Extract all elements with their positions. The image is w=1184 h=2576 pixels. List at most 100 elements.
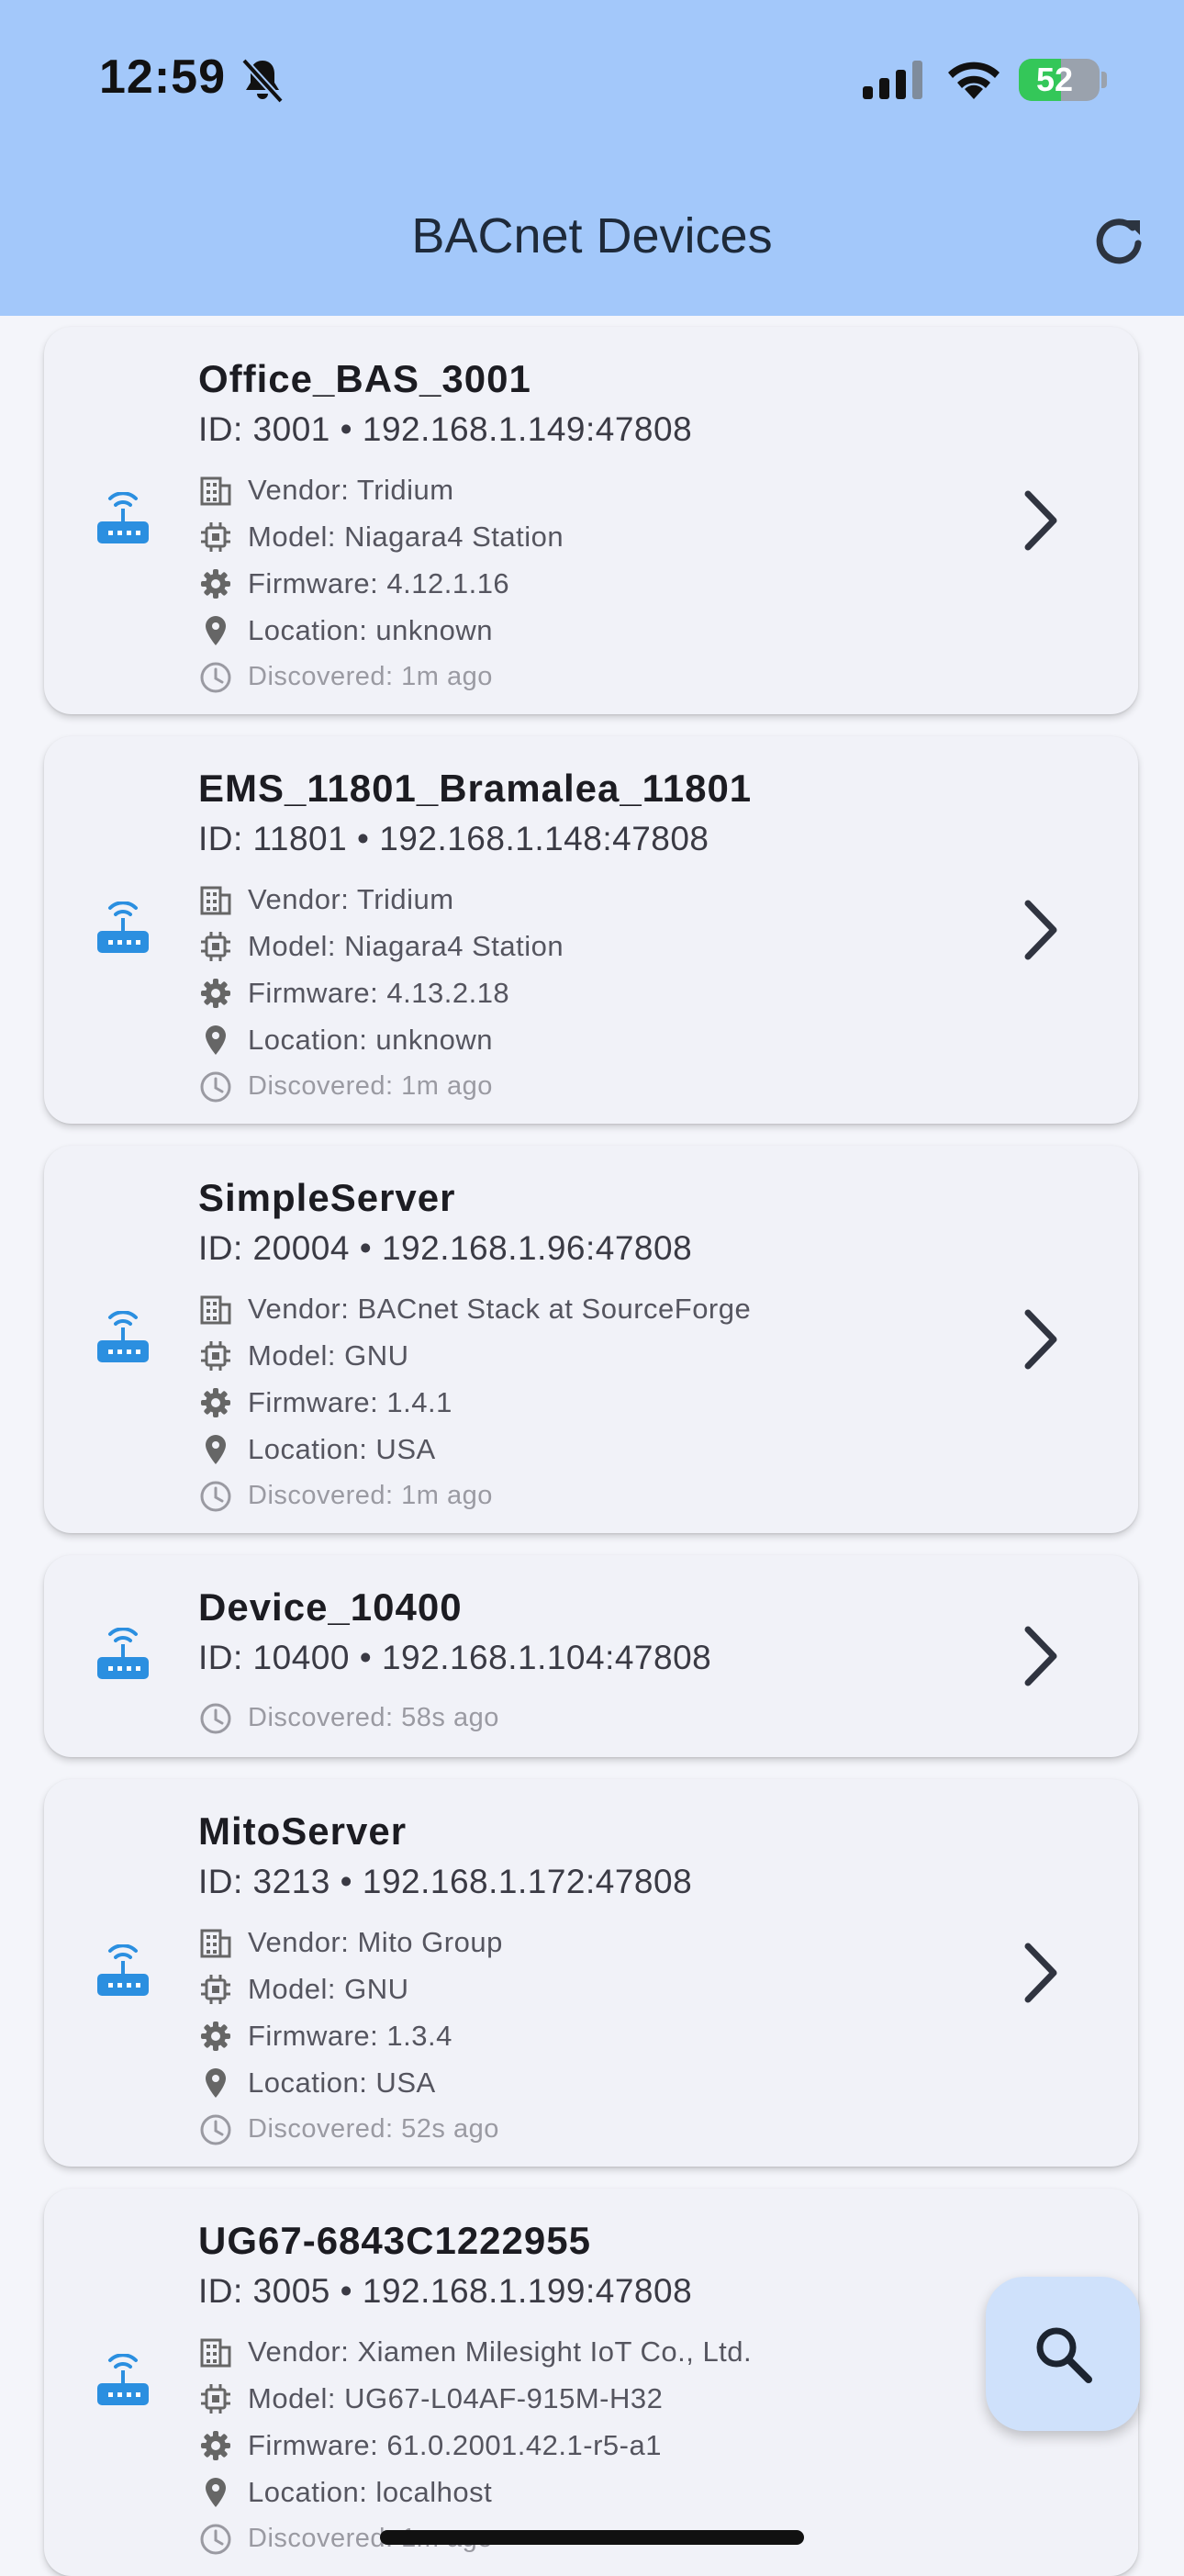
device-info: EMS_11801_Bramalea_11801 ID: 11801 • 192.… [198,764,991,1110]
chevron-right-icon[interactable] [1021,1941,1063,2005]
device-card[interactable]: Office_BAS_3001 ID: 3001 • 192.168.1.149:… [44,327,1138,714]
device-location-row: Location: USA [198,1426,991,1473]
device-vendor: Vendor: BACnet Stack at SourceForge [248,1292,752,1325]
device-vendor-row: Vendor: Tridium [198,876,991,923]
device-name: UG67-6843C1222955 [198,2219,591,2262]
device-info: SimpleServer ID: 20004 • 192.168.1.96:478… [198,1173,991,1519]
device-model: Model: UG67-L04AF-915M-H32 [248,2381,664,2414]
clock-icon [200,662,231,692]
device-card[interactable]: MitoServer ID: 3213 • 192.168.1.172:47808… [44,1779,1138,2167]
search-icon [1036,2327,1092,2383]
gear-icon [201,978,230,1008]
clock-icon [200,2114,231,2145]
device-model-row: Model: UG67-L04AF-915M-H32 [198,2375,991,2422]
device-discovered-row: Discovered: 1m ago [198,1473,991,1519]
device-name: SimpleServer [198,1176,456,1219]
device-discovered: Discovered: 1m ago [248,1481,493,1510]
device-model: Model: Niagara4 Station [248,929,564,962]
device-location-row: Location: unknown [198,1016,991,1063]
clock-icon [200,1071,231,1102]
device-model: Model: GNU [248,1972,409,2005]
device-id-address: ID: 3005 • 192.168.1.199:47808 [198,2272,693,2310]
gear-icon [201,2021,230,2051]
device-model-row: Model: GNU [198,1966,991,2012]
gear-icon [201,568,230,599]
device-model: Model: Niagara4 Station [248,520,564,553]
router-icon [95,1310,151,1368]
device-id-address: ID: 3213 • 192.168.1.172:47808 [198,1863,693,1900]
device-location: Location: USA [248,1432,436,1465]
building-icon [200,2338,231,2367]
location-pin-icon [206,2067,226,2098]
device-name: Office_BAS_3001 [198,357,531,400]
device-model-row: Model: Niagara4 Station [198,923,991,969]
device-location-row: Location: localhost [198,2469,991,2515]
clock-icon [200,2524,231,2554]
chip-icon [201,1340,230,1371]
device-firmware: Firmware: 1.3.4 [248,2019,452,2052]
device-id-address: ID: 11801 • 192.168.1.148:47808 [198,820,709,857]
device-vendor: Vendor: Tridium [248,473,454,506]
cellular-signal-icon [863,61,922,99]
chevron-right-icon[interactable] [1021,1307,1063,1372]
device-vendor-row: Vendor: Tridium [198,466,991,513]
status-time: 12:59 [99,50,226,104]
router-icon [95,1627,151,1685]
device-card[interactable]: UG67-6843C1222955 ID: 3005 • 192.168.1.19… [44,2189,1138,2576]
device-location: Location: USA [248,2066,436,2099]
device-firmware-row: Firmware: 1.3.4 [198,2012,991,2059]
device-vendor-row: Vendor: Xiamen Milesight IoT Co., Ltd. [198,2328,991,2375]
search-fab-button[interactable] [986,2277,1140,2431]
device-name: Device_10400 [198,1585,463,1629]
device-card[interactable]: EMS_11801_Bramalea_11801 ID: 11801 • 192.… [44,736,1138,1124]
device-discovered: Discovered: 1m ago [248,1071,493,1101]
device-location-row: Location: unknown [198,607,991,654]
chevron-right-icon[interactable] [1021,1624,1063,1688]
router-icon [95,2353,151,2411]
device-id-address: ID: 20004 • 192.168.1.96:47808 [198,1229,693,1267]
location-pin-icon [206,1025,226,1055]
device-discovered-row: Discovered: 58s ago [198,1695,991,1742]
chevron-right-icon[interactable] [1021,898,1063,962]
device-firmware-row: Firmware: 61.0.2001.42.1-r5-a1 [198,2422,991,2469]
refresh-icon[interactable] [1090,213,1147,270]
chevron-right-icon[interactable] [1021,488,1063,553]
device-id-address: ID: 3001 • 192.168.1.149:47808 [198,410,693,448]
home-indicator[interactable] [380,2530,804,2545]
device-discovered-row: Discovered: 1m ago [198,654,991,700]
building-icon [200,886,231,914]
device-location: Location: unknown [248,613,494,646]
device-discovered-row: Discovered: 52s ago [198,2106,991,2153]
device-firmware: Firmware: 61.0.2001.42.1-r5-a1 [248,2428,662,2461]
router-icon [95,1943,151,2001]
location-pin-icon [206,1434,226,1464]
device-card[interactable]: SimpleServer ID: 20004 • 192.168.1.96:478… [44,1146,1138,1533]
gear-icon [201,1387,230,1417]
device-info: Office_BAS_3001 ID: 3001 • 192.168.1.149:… [198,354,991,700]
building-icon [200,1929,231,1957]
clock-icon [200,1703,231,1733]
device-card[interactable]: Device_10400 ID: 10400 • 192.168.1.104:47… [44,1555,1138,1757]
device-info: Device_10400 ID: 10400 • 192.168.1.104:47… [198,1583,991,1742]
battery-cap [1101,72,1107,88]
router-icon [95,901,151,958]
device-location: Location: unknown [248,1023,494,1056]
device-location-row: Location: USA [198,2059,991,2106]
device-id-address: ID: 10400 • 192.168.1.104:47808 [198,1639,712,1676]
device-model: Model: GNU [248,1338,409,1372]
device-firmware: Firmware: 1.4.1 [248,1385,452,1418]
device-info: UG67-6843C1222955 ID: 3005 • 192.168.1.19… [198,2216,991,2562]
clock-icon [200,1481,231,1511]
device-vendor: Vendor: Xiamen Milesight IoT Co., Ltd. [248,2335,753,2368]
device-firmware: Firmware: 4.13.2.18 [248,976,510,1009]
bell-slash-icon [241,58,284,104]
chip-icon [201,931,230,961]
chip-icon [201,1974,230,2004]
location-pin-icon [206,2477,226,2507]
device-name: MitoServer [198,1809,408,1853]
building-icon [200,476,231,505]
device-firmware-row: Firmware: 4.13.2.18 [198,969,991,1016]
device-firmware-row: Firmware: 4.12.1.16 [198,560,991,607]
device-model-row: Model: GNU [198,1332,991,1379]
gear-icon [201,2430,230,2460]
